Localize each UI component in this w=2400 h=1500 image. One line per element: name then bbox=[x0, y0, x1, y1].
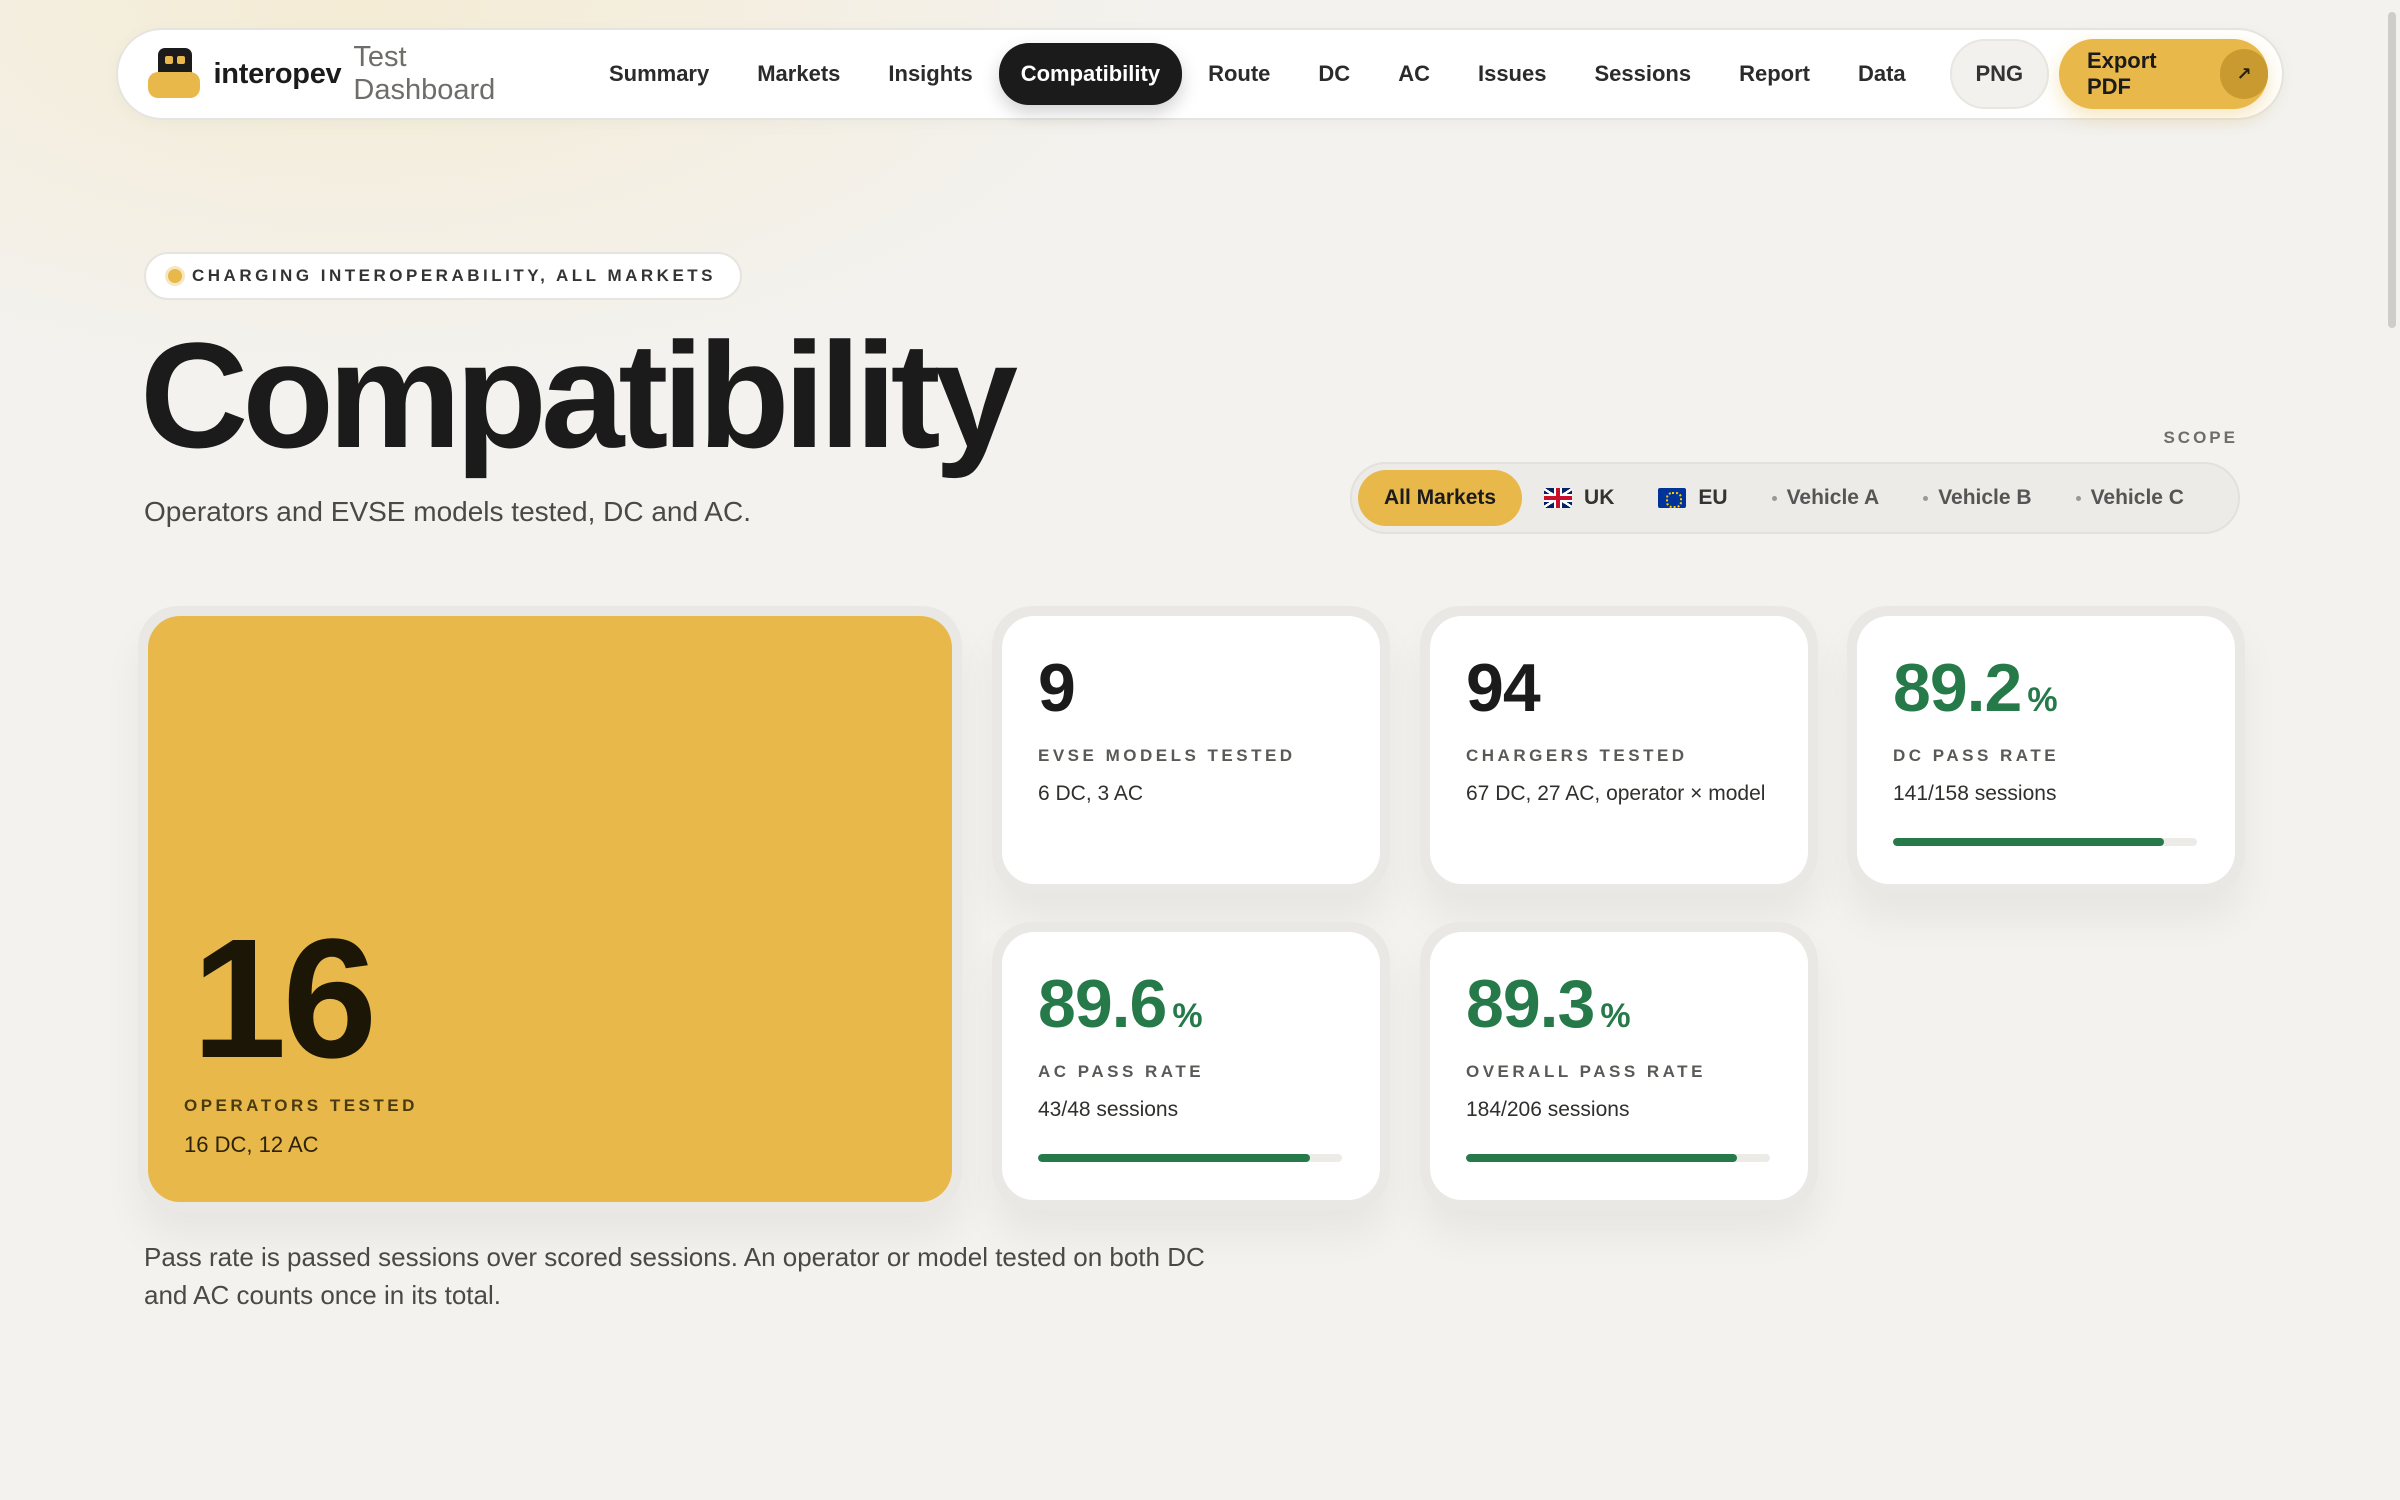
ac-pass-rate-value: 89.6% bbox=[1038, 966, 1203, 1042]
overall-pass-rate-value: 89.3% bbox=[1466, 966, 1631, 1042]
chargers-tested-sub: 67 DC, 27 AC, operator × model bbox=[1466, 782, 1766, 805]
export-pdf-button[interactable]: Export PDF ↗ bbox=[2058, 39, 2268, 109]
nav-link-compatibility[interactable]: Compatibility bbox=[998, 43, 1183, 105]
dc-pass-rate-value: 89.2% bbox=[1893, 650, 2058, 726]
scope-all-markets[interactable]: All Markets bbox=[1358, 470, 1523, 526]
scope-label: SCOPE bbox=[2163, 428, 2238, 447]
evse-models-sub: 6 DC, 3 AC bbox=[1038, 782, 1144, 805]
operators-tested-value: 16 bbox=[192, 904, 377, 1094]
scope-all-markets-label: All Markets bbox=[1384, 486, 1497, 509]
bullet-icon bbox=[2075, 495, 2081, 501]
context-badge: CHARGING INTEROPERABILITY, ALL MARKETS bbox=[144, 252, 743, 300]
png-export-button[interactable]: PNG bbox=[1949, 39, 2049, 109]
overall-pass-rate-card: 89.3% OVERALL PASS RATE 184/206 sessions bbox=[1420, 922, 1818, 1210]
operators-tested-sub: 16 DC, 12 AC bbox=[184, 1132, 319, 1157]
brand-suffix: Test Dashboard bbox=[353, 41, 496, 106]
arrow-up-right-icon: ↗ bbox=[2219, 49, 2268, 99]
operators-tested-card: 16 OPERATORS TESTED 16 DC, 12 AC bbox=[138, 606, 962, 1212]
evse-models-card: 9 EVSE MODELS TESTED 6 DC, 3 AC bbox=[992, 606, 1390, 894]
context-badge-label: CHARGING INTEROPERABILITY, ALL MARKETS bbox=[192, 266, 717, 285]
scope-eu[interactable]: EU bbox=[1636, 470, 1749, 526]
evse-models-value: 9 bbox=[1038, 650, 1076, 726]
page-title: Compatibility bbox=[140, 311, 1018, 479]
scope-uk[interactable]: UK bbox=[1522, 470, 1636, 526]
scope-uk-label: UK bbox=[1584, 486, 1615, 509]
logo-icon[interactable] bbox=[148, 48, 200, 100]
overall-pass-rate-sub: 184/206 sessions bbox=[1466, 1098, 1630, 1121]
dc-pass-rate-label: DC PASS RATE bbox=[1893, 746, 2060, 765]
brand-name: interopev bbox=[213, 57, 342, 90]
ac-pass-rate-label: AC PASS RATE bbox=[1038, 1062, 1205, 1081]
nav-link-report[interactable]: Report bbox=[1717, 43, 1832, 105]
footnote: Pass rate is passed sessions over scored… bbox=[144, 1242, 1205, 1310]
bullet-icon bbox=[1923, 495, 1929, 501]
nav-links: Summary Markets Insights Compatibility R… bbox=[587, 43, 1928, 105]
nav-link-data[interactable]: Data bbox=[1836, 43, 1928, 105]
nav-link-summary[interactable]: Summary bbox=[587, 43, 731, 105]
scope-vehicle-c-label: Vehicle C bbox=[2090, 486, 2184, 509]
page-subtitle: Operators and EVSE models tested, DC and… bbox=[144, 496, 751, 527]
scope-selector: All Markets UK EU Vehicle A Vehicle B Ve… bbox=[1350, 462, 2240, 534]
scope-eu-label: EU bbox=[1698, 486, 1728, 509]
scope-vehicle-a-label: Vehicle A bbox=[1786, 486, 1880, 509]
evse-models-label: EVSE MODELS TESTED bbox=[1038, 746, 1296, 765]
eu-flag-icon bbox=[1658, 488, 1687, 508]
bullet-icon bbox=[1771, 495, 1777, 501]
vertical-scrollbar[interactable] bbox=[2388, 12, 2396, 328]
scope-vehicle-b-label: Vehicle B bbox=[1938, 486, 2032, 509]
scope-vehicle-c[interactable]: Vehicle C bbox=[2054, 470, 2206, 526]
nav-link-insights[interactable]: Insights bbox=[866, 43, 994, 105]
overall-pass-rate-label: OVERALL PASS RATE bbox=[1466, 1062, 1706, 1081]
chargers-tested-label: CHARGERS TESTED bbox=[1466, 746, 1688, 765]
ac-pass-rate-progress bbox=[1038, 1154, 1342, 1162]
nav-link-ac[interactable]: AC bbox=[1376, 43, 1452, 105]
dc-pass-rate-progress bbox=[1893, 838, 2197, 846]
nav-link-issues[interactable]: Issues bbox=[1456, 43, 1569, 105]
scope-vehicle-a[interactable]: Vehicle A bbox=[1750, 470, 1902, 526]
nav-link-dc[interactable]: DC bbox=[1296, 43, 1372, 105]
chargers-tested-card: 94 CHARGERS TESTED 67 DC, 27 AC, operato… bbox=[1420, 606, 1818, 894]
operators-tested-label: OPERATORS TESTED bbox=[184, 1096, 418, 1115]
nav-link-route[interactable]: Route bbox=[1186, 43, 1292, 105]
overall-pass-rate-progress bbox=[1466, 1154, 1770, 1162]
nav-link-sessions[interactable]: Sessions bbox=[1572, 43, 1713, 105]
chargers-tested-value: 94 bbox=[1466, 650, 1541, 726]
ac-pass-rate-sub: 43/48 sessions bbox=[1038, 1098, 1179, 1121]
ac-pass-rate-card: 89.6% AC PASS RATE 43/48 sessions bbox=[992, 922, 1390, 1210]
uk-flag-icon bbox=[1544, 488, 1573, 508]
scope-vehicle-b[interactable]: Vehicle B bbox=[1901, 470, 2053, 526]
dc-pass-rate-card: 89.2% DC PASS RATE 141/158 sessions bbox=[1847, 606, 2245, 894]
nav-link-markets[interactable]: Markets bbox=[735, 43, 862, 105]
export-pdf-label: Export PDF bbox=[2086, 48, 2157, 99]
status-dot-icon bbox=[168, 269, 182, 283]
top-navbar: interopev Test Dashboard Summary Markets… bbox=[116, 28, 2284, 120]
dc-pass-rate-sub: 141/158 sessions bbox=[1893, 782, 2057, 805]
